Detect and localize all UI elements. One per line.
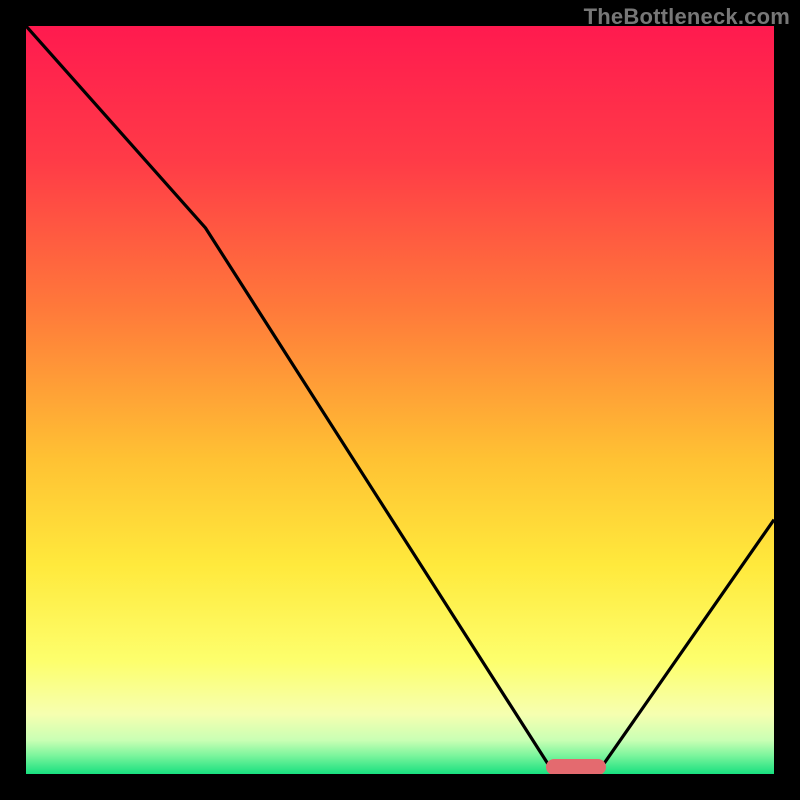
watermark-text: TheBottleneck.com (584, 4, 790, 30)
chart-frame: TheBottleneck.com (0, 0, 800, 800)
bottleneck-curve (26, 26, 774, 774)
optimal-marker (546, 759, 606, 774)
plot-area (26, 26, 774, 774)
